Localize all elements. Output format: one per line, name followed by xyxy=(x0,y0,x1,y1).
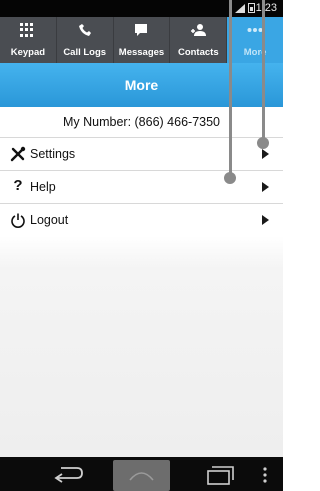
question-mark-icon: ? xyxy=(13,177,23,194)
page-title: More xyxy=(124,77,159,93)
battery-icon xyxy=(248,3,255,13)
back-button[interactable] xyxy=(51,465,85,485)
chevron-right-icon xyxy=(262,149,269,159)
tools-icon xyxy=(10,146,26,162)
menu-item-help[interactable]: ? Help xyxy=(0,171,283,204)
menu-item-settings[interactable]: Settings xyxy=(0,138,283,171)
tab-contacts[interactable]: Contacts xyxy=(170,17,228,63)
tab-call-logs[interactable]: Call Logs xyxy=(57,17,114,63)
keypad-grid-icon xyxy=(19,23,36,37)
menu-item-label: Logout xyxy=(30,213,69,227)
menu-item-label: Help xyxy=(30,180,56,194)
tab-messages[interactable]: Messages xyxy=(114,17,171,63)
chevron-right-icon xyxy=(262,182,269,192)
my-number-text: My Number: (866) 466-7350 xyxy=(62,115,221,129)
tab-keypad[interactable]: Keypad xyxy=(0,17,57,63)
tab-label: Messages xyxy=(118,47,165,58)
tab-label: More xyxy=(243,47,267,58)
page-title-bar: More xyxy=(0,63,283,107)
more-dots-icon xyxy=(247,28,263,32)
status-time: 1:23 xyxy=(255,2,277,14)
annotation-pointer-line xyxy=(229,0,232,173)
home-button[interactable] xyxy=(113,460,170,491)
power-icon xyxy=(11,213,25,228)
tab-label: Contacts xyxy=(177,47,219,58)
chat-bubble-icon xyxy=(135,24,148,36)
recent-apps-button[interactable] xyxy=(205,464,235,486)
my-number: My Number: (866) 466-7350 xyxy=(0,107,283,138)
annotation-pointer-dot xyxy=(224,172,236,184)
tab-label: Keypad xyxy=(10,47,46,58)
annotation-pointer-line xyxy=(262,0,265,139)
status-bar: 1:23 xyxy=(0,0,283,17)
menu-item-label: Settings xyxy=(30,147,76,161)
contacts-icon xyxy=(191,24,207,36)
menu-item-logout[interactable]: Logout xyxy=(0,204,283,237)
annotation-pointer-dot xyxy=(257,137,269,149)
empty-content-area xyxy=(0,236,283,457)
tab-label: Call Logs xyxy=(63,47,107,58)
home-icon xyxy=(129,472,154,481)
signal-icon xyxy=(235,4,245,13)
phone-icon xyxy=(78,24,91,36)
chevron-right-icon xyxy=(262,215,269,225)
tab-bar: Keypad Call Logs Messages Contacts More xyxy=(0,17,283,63)
menu-overflow-button[interactable] xyxy=(261,466,269,484)
tab-more[interactable]: More xyxy=(227,17,283,63)
